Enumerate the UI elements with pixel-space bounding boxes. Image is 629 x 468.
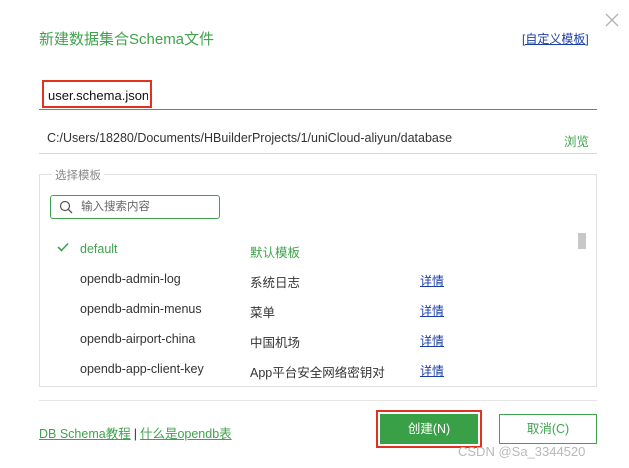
footer-divider	[39, 400, 597, 401]
template-desc: 中国机场	[250, 336, 301, 350]
template-name: opendb-airport-china	[80, 332, 196, 346]
check-icon	[57, 242, 69, 252]
template-desc: 菜单	[250, 306, 276, 320]
footer-links: DB Schema教程 | 什么是opendb表	[39, 423, 232, 442]
browse-button[interactable]: 浏览	[564, 131, 589, 150]
template-group: 选择模板 default 默认模板 opendb-admin-log 系统日志 …	[39, 167, 597, 387]
template-desc: 系统日志	[250, 276, 301, 290]
template-row-airport-china[interactable]: opendb-airport-china 中国机场 详情	[40, 323, 580, 353]
new-schema-dialog: 新建数据集合Schema文件 [自定义模板] C:/Users/18280/Do…	[0, 0, 629, 468]
template-detail-link[interactable]: 详情	[420, 272, 444, 289]
cancel-button[interactable]: 取消(C)	[499, 414, 597, 444]
create-button[interactable]: 创建(N)	[380, 414, 478, 444]
close-icon[interactable]	[604, 12, 620, 28]
file-name-highlight	[42, 80, 152, 108]
dialog-title: 新建数据集合Schema文件	[39, 31, 215, 48]
template-name: opendb-app-client-key	[80, 362, 204, 376]
scrollbar-thumb[interactable]	[578, 233, 586, 249]
db-schema-tutorial-link[interactable]: DB Schema教程	[39, 427, 131, 441]
template-legend: 选择模板	[52, 167, 104, 183]
template-detail-link[interactable]: 详情	[420, 302, 444, 319]
path-text: C:/Users/18280/Documents/HBuilderProject…	[47, 131, 453, 145]
template-detail-link[interactable]: 详情	[420, 362, 444, 379]
watermark: CSDN @Sa_3344520	[458, 444, 586, 459]
template-row-default[interactable]: default 默认模板	[40, 233, 580, 263]
template-search-box[interactable]	[50, 195, 220, 219]
what-is-opendb-link[interactable]: 什么是opendb表	[140, 427, 232, 441]
custom-template-link[interactable]: [自定义模板]	[522, 30, 589, 47]
search-icon	[59, 200, 73, 214]
template-name: opendb-admin-log	[80, 272, 181, 286]
template-desc: 默认模板	[250, 246, 301, 260]
template-scrollbar[interactable]	[578, 233, 586, 383]
template-name: opendb-admin-menus	[80, 302, 202, 316]
file-name-input[interactable]	[48, 85, 148, 105]
file-name-row	[39, 78, 597, 110]
path-row: C:/Users/18280/Documents/HBuilderProject…	[39, 124, 597, 154]
template-detail-link[interactable]: 详情	[420, 332, 444, 349]
template-desc: App平台安全网络密钥对	[250, 366, 385, 380]
search-input[interactable]	[81, 199, 211, 215]
template-list: default 默认模板 opendb-admin-log 系统日志 详情 op…	[40, 233, 580, 385]
template-row-admin-log[interactable]: opendb-admin-log 系统日志 详情	[40, 263, 580, 293]
link-separator: |	[133, 427, 137, 441]
template-row-admin-menus[interactable]: opendb-admin-menus 菜单 详情	[40, 293, 580, 323]
template-row-app-client-key[interactable]: opendb-app-client-key App平台安全网络密钥对 详情	[40, 353, 580, 383]
template-name: default	[80, 242, 118, 256]
